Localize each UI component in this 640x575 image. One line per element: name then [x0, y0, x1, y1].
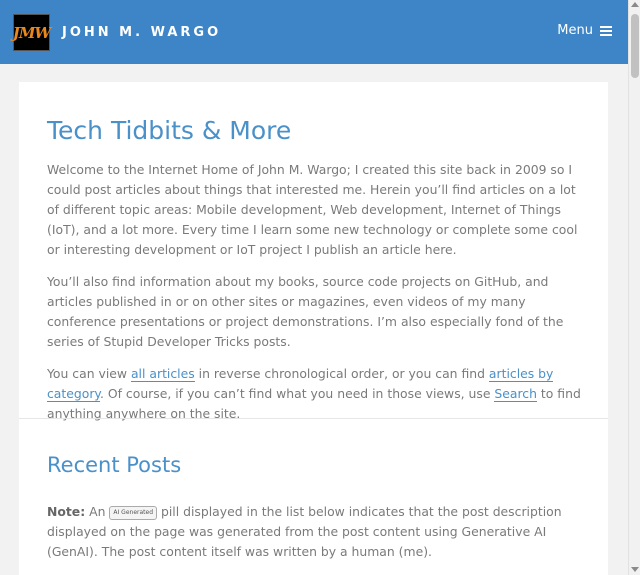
- note-text-a: An: [85, 504, 110, 519]
- page-title: Tech Tidbits & More: [47, 116, 292, 145]
- intro-p3-text-b: in reverse chronological order, or you c…: [194, 366, 489, 381]
- intro-p3-text-c: . Of course, if you can’t find what you …: [100, 386, 495, 401]
- search-link[interactable]: Search: [494, 386, 537, 402]
- intro-paragraph-1: Welcome to the Internet Home of John M. …: [47, 162, 578, 257]
- scroll-up-arrow-icon[interactable]: [631, 2, 639, 7]
- site-logo[interactable]: JMW: [12, 14, 52, 51]
- scroll-thumb[interactable]: [631, 14, 639, 78]
- intro-paragraph-2: You’ll also find information about my bo…: [47, 274, 564, 349]
- logo-text: JMW: [12, 23, 52, 42]
- content-card: Tech Tidbits & More Welcome to the Inter…: [19, 82, 608, 575]
- menu-label: Menu: [557, 23, 593, 38]
- menu-button[interactable]: Menu: [557, 23, 612, 38]
- intro-paragraph-3: You can view all articles in reverse chr…: [47, 364, 582, 424]
- hamburger-icon: [600, 25, 612, 36]
- scroll-down-arrow-icon[interactable]: [631, 567, 639, 572]
- recent-posts-title: Recent Posts: [47, 453, 182, 477]
- section-divider: [19, 418, 608, 419]
- note-label: Note:: [47, 504, 86, 519]
- intro-section: Tech Tidbits & More Welcome to the Inter…: [47, 116, 582, 436]
- recent-posts-section: Recent Posts Note: An AI Generated pill …: [47, 452, 582, 574]
- site-header: JMW JOHN M. WARGO Menu: [0, 0, 628, 64]
- vertical-scrollbar[interactable]: [628, 0, 640, 575]
- ai-note: Note: An AI Generated pill displayed in …: [47, 502, 582, 562]
- intro-p3-text-a: You can view: [47, 366, 131, 381]
- site-title[interactable]: JOHN M. WARGO: [62, 25, 221, 40]
- ai-generated-pill: AI Generated: [109, 506, 158, 520]
- all-articles-link[interactable]: all articles: [130, 366, 195, 382]
